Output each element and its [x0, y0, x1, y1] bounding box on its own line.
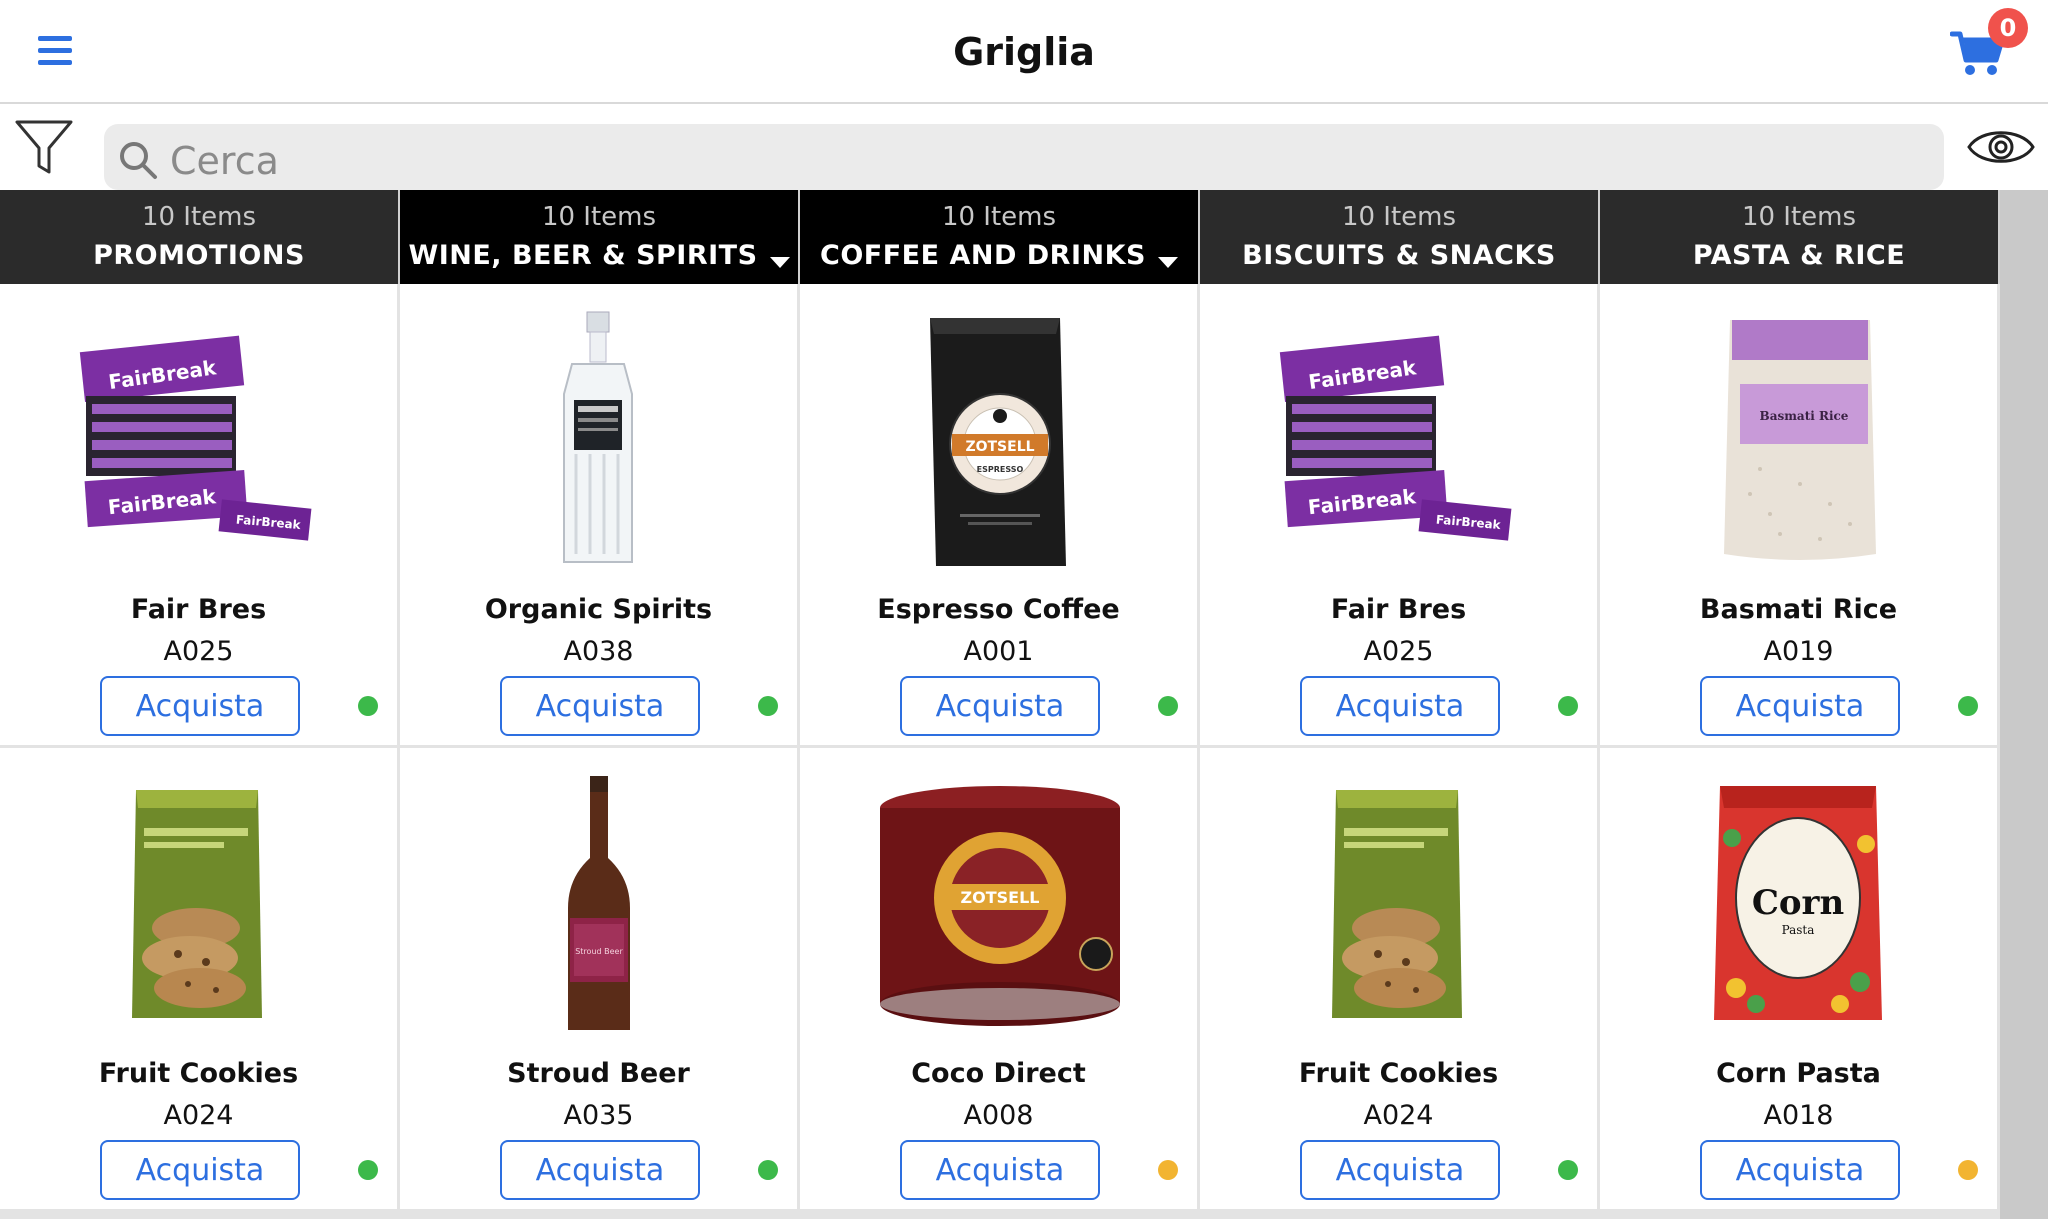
product-card[interactable]: FairBreak FairBreak FairBreak Fair Bres … — [0, 284, 400, 748]
product-image-fairbreak: FairBreak FairBreak FairBreak — [60, 304, 335, 574]
tab-biscuits-snacks[interactable]: 10 Items BISCUITS & SNACKS — [1200, 190, 1600, 284]
product-image-beer-bottle: Stroud Beer — [460, 768, 735, 1038]
stock-status-dot — [1558, 1160, 1578, 1180]
product-card[interactable]: Basmati Rice Basmati Rice A019 Acquista — [1600, 284, 2000, 748]
product-card[interactable]: ZOTSELL Coco Direct A008 Acquista — [800, 748, 1200, 1212]
product-name: Organic Spirits — [484, 594, 713, 625]
svg-text:Corn: Corn — [1752, 883, 1844, 923]
tab-label: WINE, BEER & SPIRITS — [408, 240, 758, 271]
product-image-fairbreak: FairBreak FairBreak FairBreak — [1260, 304, 1535, 574]
tab-item-count: 10 Items — [141, 202, 257, 232]
svg-text:ESPRESSO: ESPRESSO — [977, 465, 1024, 474]
eye-icon[interactable] — [1966, 122, 2036, 172]
stock-status-dot — [1958, 1160, 1978, 1180]
buy-button[interactable]: Acquista — [1300, 676, 1500, 736]
product-image-rice-bag: Basmati Rice — [1660, 304, 1935, 574]
tab-item-count: 10 Items — [941, 202, 1057, 232]
product-card[interactable]: Stroud Beer Stroud Beer A035 Acquista — [400, 748, 800, 1212]
product-card[interactable]: Fruit Cookies A024 Acquista — [0, 748, 400, 1212]
product-image-coffee-bag: ZOTSELL ESPRESSO — [860, 304, 1135, 574]
product-code: A018 — [1763, 1100, 1834, 1131]
product-name: Fair Bres — [130, 594, 267, 625]
scrollbar-track[interactable] — [2000, 190, 2048, 1219]
svg-text:Basmati Rice: Basmati Rice — [1760, 409, 1849, 423]
buy-button[interactable]: Acquista — [1700, 1140, 1900, 1200]
tab-pasta-rice[interactable]: 10 Items PASTA & RICE — [1600, 190, 2000, 284]
tab-label: BISCUITS & SNACKS — [1242, 240, 1556, 271]
next-row-edge — [0, 1212, 2000, 1219]
stock-status-dot — [1558, 696, 1578, 716]
product-image-gin-bottle — [460, 304, 735, 574]
buy-button[interactable]: Acquista — [100, 1140, 300, 1200]
product-name: Fruit Cookies — [98, 1058, 299, 1089]
stock-status-dot — [1158, 696, 1178, 716]
product-card[interactable]: ZOTSELL ESPRESSO Espresso Coffee A001 Ac… — [800, 284, 1200, 748]
stock-status-dot — [1158, 1160, 1178, 1180]
category-tabs: 10 Items PROMOTIONS 10 Items WINE, BEER … — [0, 190, 2000, 284]
stock-status-dot — [358, 1160, 378, 1180]
buy-button[interactable]: Acquista — [900, 676, 1100, 736]
stock-status-dot — [358, 696, 378, 716]
stock-status-dot — [758, 1160, 778, 1180]
product-code: A001 — [963, 636, 1034, 667]
caret-down-icon — [769, 257, 790, 268]
svg-text:Stroud Beer: Stroud Beer — [575, 947, 623, 956]
page-title: Griglia — [953, 30, 1095, 74]
product-name: Fair Bres — [1330, 594, 1467, 625]
product-image-cookie-bag — [1260, 768, 1535, 1038]
tab-item-count: 10 Items — [541, 202, 657, 232]
stock-status-dot — [1958, 696, 1978, 716]
tab-label: PASTA & RICE — [1692, 240, 1906, 271]
search-bar — [104, 124, 1944, 190]
svg-text:Pasta: Pasta — [1782, 923, 1815, 937]
product-code: A008 — [963, 1100, 1034, 1131]
product-name: Fruit Cookies — [1298, 1058, 1499, 1089]
filter-icon[interactable] — [14, 118, 74, 176]
product-code: A035 — [563, 1100, 634, 1131]
product-code: A038 — [563, 636, 634, 667]
tab-coffee-and-drinks[interactable]: 10 Items COFFEE AND DRINKS — [800, 190, 1200, 284]
tab-item-count: 10 Items — [1741, 202, 1857, 232]
search-input[interactable] — [170, 132, 1910, 186]
product-grid: FairBreak FairBreak FairBreak Fair Bres … — [0, 284, 2000, 1219]
product-code: A025 — [163, 636, 234, 667]
svg-text:ZOTSELL: ZOTSELL — [965, 439, 1034, 455]
tab-item-count: 10 Items — [1341, 202, 1457, 232]
product-image-cookie-bag — [60, 768, 335, 1038]
tab-wine-beer-spirits[interactable]: 10 Items WINE, BEER & SPIRITS — [400, 190, 800, 284]
svg-text:ZOTSELL: ZOTSELL — [961, 888, 1040, 907]
top-bar: Griglia 0 — [0, 0, 2048, 104]
product-name: Espresso Coffee — [877, 594, 1120, 625]
stock-status-dot — [758, 696, 778, 716]
product-code: A019 — [1763, 636, 1834, 667]
search-icon — [118, 140, 158, 180]
product-name: Coco Direct — [911, 1058, 1086, 1089]
cart-count-badge: 0 — [1988, 8, 2028, 48]
product-code: A024 — [1363, 1100, 1434, 1131]
buy-button[interactable]: Acquista — [1700, 676, 1900, 736]
tab-promotions[interactable]: 10 Items PROMOTIONS — [0, 190, 400, 284]
product-card[interactable]: Fruit Cookies A024 Acquista — [1200, 748, 1600, 1212]
product-name: Corn Pasta — [1716, 1058, 1881, 1089]
caret-down-icon — [1157, 257, 1178, 268]
tab-label: PROMOTIONS — [93, 240, 305, 271]
product-code: A024 — [163, 1100, 234, 1131]
product-card[interactable]: Corn Pasta Corn Pasta A018 Acquista — [1600, 748, 2000, 1212]
product-name: Stroud Beer — [507, 1058, 690, 1089]
buy-button[interactable]: Acquista — [500, 1140, 700, 1200]
product-name: Basmati Rice — [1699, 594, 1898, 625]
product-image-pasta-bag: Corn Pasta — [1660, 768, 1935, 1038]
buy-button[interactable]: Acquista — [100, 676, 300, 736]
product-code: A025 — [1363, 636, 1434, 667]
buy-button[interactable]: Acquista — [1300, 1140, 1500, 1200]
product-image-cocoa-tin: ZOTSELL — [860, 768, 1135, 1038]
tab-label: COFFEE AND DRINKS — [820, 240, 1146, 271]
buy-button[interactable]: Acquista — [500, 676, 700, 736]
product-card[interactable]: Organic Spirits A038 Acquista — [400, 284, 800, 748]
product-card[interactable]: FairBreak FairBreak FairBreak Fair Bres … — [1200, 284, 1600, 748]
buy-button[interactable]: Acquista — [900, 1140, 1100, 1200]
